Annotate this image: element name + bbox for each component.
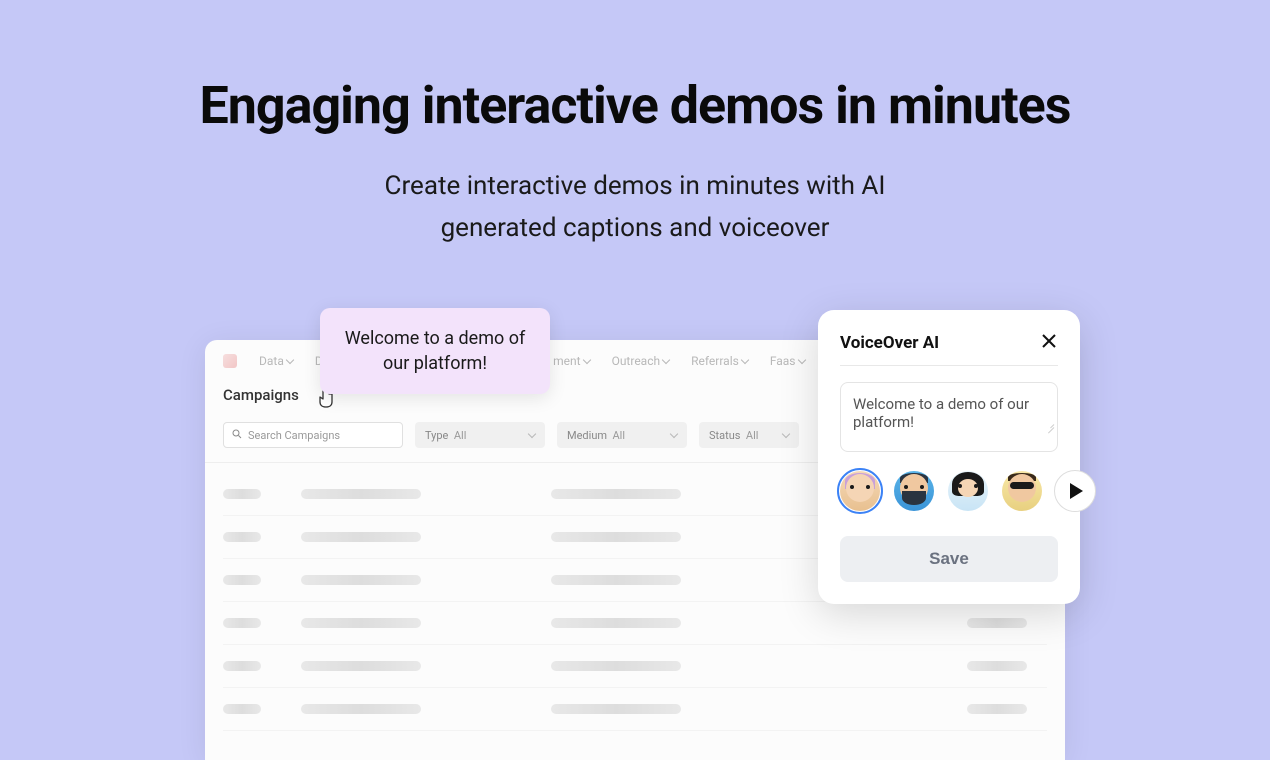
voice-avatar-row xyxy=(840,470,1058,512)
voiceover-panel: VoiceOver AI Welcome to a demo of our pl… xyxy=(818,310,1080,604)
filter-status[interactable]: Status All xyxy=(699,422,799,448)
voiceover-title: VoiceOver AI xyxy=(840,333,939,353)
hero-subtitle-line1: Create interactive demos in minutes with… xyxy=(385,171,886,201)
table-row xyxy=(223,688,1047,731)
hero-subtitle: Create interactive demos in minutes with… xyxy=(0,166,1270,249)
voice-avatar-2[interactable] xyxy=(894,471,934,511)
nav-item-data[interactable]: Data xyxy=(259,354,293,368)
chevron-down-icon xyxy=(782,430,790,438)
filter-type[interactable]: Type All xyxy=(415,422,545,448)
hero-section: Engaging interactive demos in minutes Cr… xyxy=(0,0,1270,249)
hero-title: Engaging interactive demos in minutes xyxy=(0,75,1270,136)
table-row xyxy=(223,602,1047,645)
chevron-down-icon xyxy=(670,430,678,438)
table-row xyxy=(223,645,1047,688)
filter-medium[interactable]: Medium All xyxy=(557,422,687,448)
chevron-down-icon xyxy=(582,356,590,364)
nav-item-referrals[interactable]: Referrals xyxy=(691,354,748,368)
voiceover-header: VoiceOver AI xyxy=(840,332,1058,366)
voice-avatar-3[interactable] xyxy=(948,471,988,511)
voice-avatar-4[interactable] xyxy=(1002,471,1042,511)
chevron-down-icon xyxy=(528,430,536,438)
play-button[interactable] xyxy=(1054,470,1096,512)
nav-item-faas[interactable]: Faas xyxy=(770,354,805,368)
search-input[interactable]: Search Campaigns xyxy=(223,422,403,448)
chevron-down-icon xyxy=(797,356,805,364)
chevron-down-icon xyxy=(286,356,294,364)
close-button[interactable] xyxy=(1040,332,1058,353)
chevron-down-icon xyxy=(662,356,670,364)
app-logo-icon xyxy=(223,354,237,368)
voice-avatar-1[interactable] xyxy=(840,471,880,511)
play-icon xyxy=(1070,483,1083,499)
hero-subtitle-line2: generated captions and voiceover xyxy=(441,213,830,243)
search-icon xyxy=(232,429,242,442)
save-button[interactable]: Save xyxy=(840,536,1058,582)
chevron-down-icon xyxy=(741,356,749,364)
nav-item-outreach[interactable]: Outreach xyxy=(612,354,670,368)
resize-handle-icon[interactable] xyxy=(1044,420,1054,430)
search-placeholder: Search Campaigns xyxy=(248,429,340,442)
nav-item-ment[interactable]: ment xyxy=(553,354,589,368)
voiceover-textarea[interactable]: Welcome to a demo of our platform! xyxy=(840,382,1058,452)
demo-tooltip: Welcome to a demo of our platform! xyxy=(320,308,550,394)
